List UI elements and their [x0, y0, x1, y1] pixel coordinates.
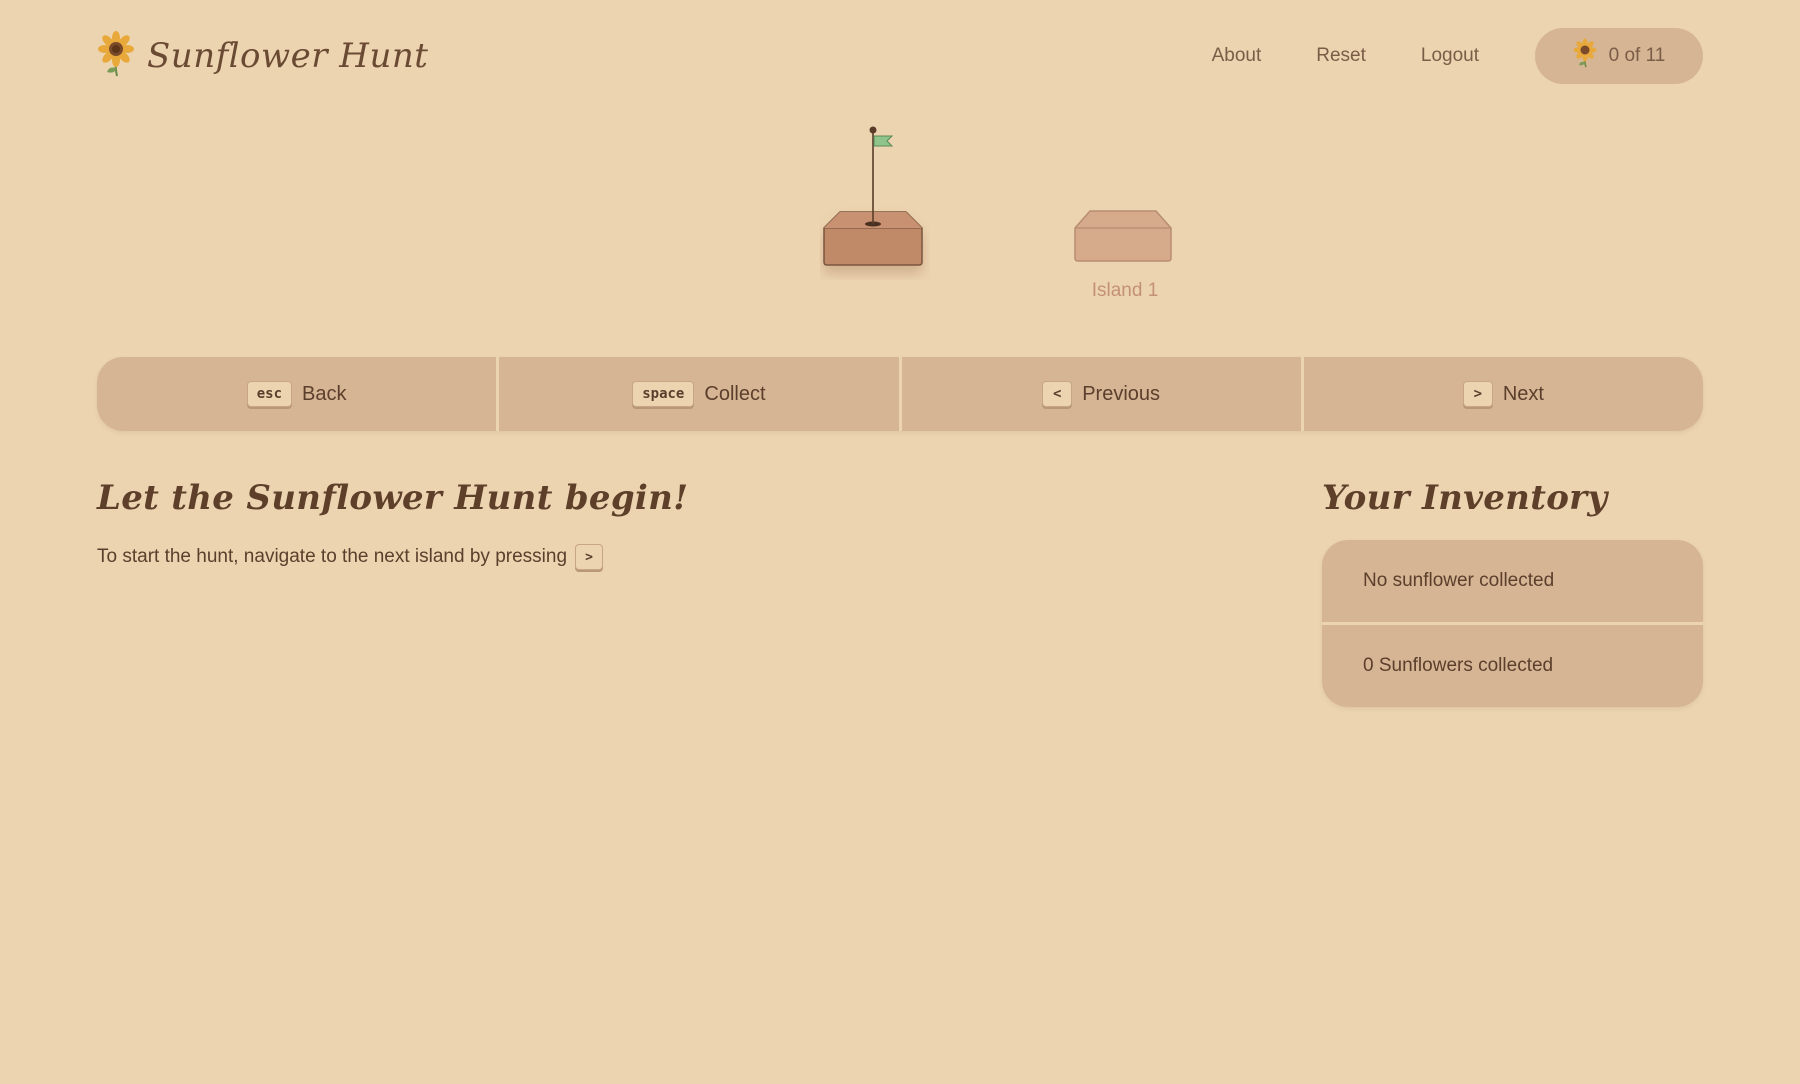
intro-next-key: > — [575, 544, 604, 570]
flag-icon — [873, 135, 894, 147]
back-label: Back — [302, 382, 347, 405]
collect-button[interactable]: space Collect — [496, 357, 899, 431]
control-bar: esc Back space Collect < Previous > Next — [97, 357, 1703, 431]
space-key: space — [632, 381, 695, 407]
island-label: Island 1 — [1091, 280, 1159, 301]
esc-key: esc — [246, 381, 293, 407]
inventory-panel: Your Inventory No sunflower collected 0 … — [1322, 478, 1703, 707]
back-button[interactable]: esc Back — [97, 357, 497, 431]
intro-heading: Let the Sunflower Hunt begin! — [97, 478, 689, 518]
page: Sunflower Hunt About Reset Logout 0 of 1… — [0, 0, 1800, 1084]
next-label: Next — [1502, 382, 1544, 405]
intro-text-body: To start the hunt, navigate to the next … — [97, 546, 568, 567]
app-title: Sunflower Hunt — [147, 36, 429, 76]
top-nav: About Reset Logout 0 of 11 — [1157, 28, 1703, 84]
start-island[interactable] — [820, 120, 930, 284]
island-map: Island 1 — [0, 120, 1800, 320]
brand[interactable]: Sunflower Hunt — [97, 30, 428, 82]
previous-label: Previous — [1082, 382, 1161, 405]
counter-text: 0 of 11 — [1608, 45, 1666, 66]
intro-text: To start the hunt, navigate to the next … — [97, 544, 1197, 570]
header: Sunflower Hunt About Reset Logout 0 of 1… — [97, 28, 1703, 84]
island-1[interactable] — [1072, 208, 1176, 270]
inventory-heading: Your Inventory — [1322, 478, 1608, 518]
about-link[interactable]: About — [1212, 45, 1262, 67]
sunflower-counter: 0 of 11 — [1535, 28, 1703, 84]
next-key: > — [1462, 381, 1493, 407]
next-button[interactable]: > Next — [1300, 357, 1703, 431]
list-item: 0 Sunflowers collected — [1322, 622, 1703, 707]
reset-link[interactable]: Reset — [1316, 45, 1366, 67]
previous-key: < — [1042, 381, 1073, 407]
intro-section: Let the Sunflower Hunt begin! To start t… — [97, 478, 1197, 570]
sunflower-counter-icon — [1573, 38, 1597, 74]
list-item: No sunflower collected — [1322, 540, 1703, 622]
logout-link[interactable]: Logout — [1421, 45, 1479, 67]
previous-button[interactable]: < Previous — [898, 357, 1301, 431]
sunflower-logo-icon — [97, 30, 135, 82]
collect-label: Collect — [704, 382, 766, 405]
inventory-list: No sunflower collected 0 Sunflowers coll… — [1322, 540, 1703, 707]
